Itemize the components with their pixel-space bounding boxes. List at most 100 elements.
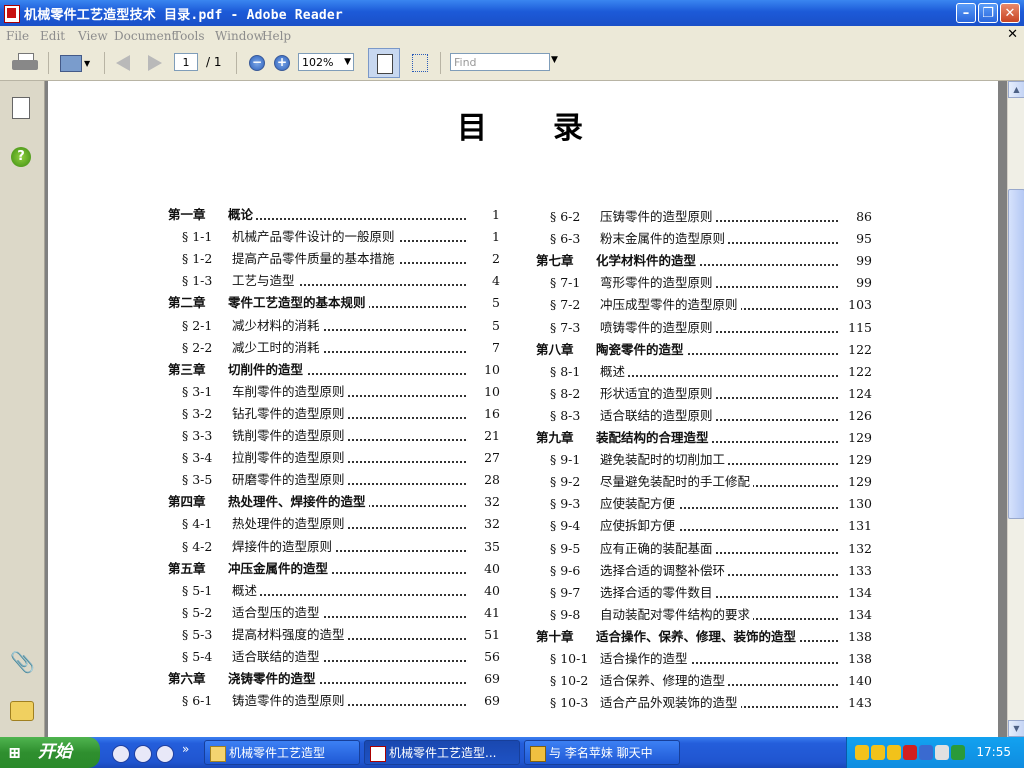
toc-chapter-row[interactable]: 第六章 浇铸零件的造型 69: [168, 669, 500, 690]
find-input[interactable]: Find: [450, 53, 550, 71]
zoom-out-icon[interactable]: −: [249, 55, 265, 71]
toc-section-row[interactable]: § 9-4 应使拆卸方便 131: [536, 516, 872, 537]
vertical-scrollbar[interactable]: ▲ ▼: [1007, 81, 1024, 737]
toc-section-row[interactable]: § 8-1 概述 122: [536, 361, 872, 382]
scroll-thumb[interactable]: [1008, 189, 1024, 519]
help-icon[interactable]: ?: [11, 147, 31, 167]
comments-icon[interactable]: [10, 701, 34, 721]
toc-chapter-row[interactable]: 第一章 概论 1: [168, 205, 500, 225]
toc-section-row[interactable]: § 6-3 粉末金属件的造型原则 95: [536, 229, 872, 250]
menu-view[interactable]: View: [78, 29, 108, 43]
toc-section-row[interactable]: § 2-1 减少材料的消耗 5: [168, 315, 500, 336]
toc-section-row[interactable]: § 6-2 压铸零件的造型原则 86: [536, 207, 872, 227]
toc-section-row[interactable]: § 9-1 避免装配时的切削加工 129: [536, 450, 872, 471]
menu-help[interactable]: Help: [262, 29, 291, 43]
toc-section-row[interactable]: § 10-2 适合保养、修理的造型 140: [536, 671, 872, 692]
find-dropdown-icon[interactable]: ▼: [551, 55, 558, 65]
antivirus-icon[interactable]: [903, 745, 917, 760]
toc-section-row[interactable]: § 5-2 适合型压的造型 41: [168, 602, 500, 623]
toc-section-row[interactable]: § 3-2 钻孔零件的造型原则 16: [168, 403, 500, 424]
start-button[interactable]: ⊞ 开始: [0, 737, 100, 768]
toc-page-number: 95: [856, 231, 872, 247]
quicklaunch-media-icon[interactable]: [156, 745, 174, 763]
toc-section-row[interactable]: § 7-3 喷铸零件的造型原则 115: [536, 317, 872, 338]
toc-section-row[interactable]: § 9-2 尽量避免装配时的手工修配 129: [536, 472, 872, 493]
network-icon[interactable]: [919, 745, 933, 760]
tray-app-icon[interactable]: [951, 745, 965, 760]
toc-section-row[interactable]: § 1-1 机械产品零件设计的一般原则 1: [168, 227, 500, 248]
toc-section-row[interactable]: § 8-3 适合联结的造型原则 126: [536, 405, 872, 426]
toc-section-row[interactable]: § 5-1 概述 40: [168, 580, 500, 601]
toc-section-row[interactable]: § 9-5 应有正确的装配基面 132: [536, 538, 872, 559]
menu-tools[interactable]: Tools: [173, 29, 205, 43]
taskbar-button-folder[interactable]: 机械零件工艺造型: [204, 740, 360, 765]
toc-section-row[interactable]: § 2-2 减少工时的消耗 7: [168, 337, 500, 358]
close-button[interactable]: ✕: [1000, 3, 1020, 23]
quicklaunch-browser-icon[interactable]: [112, 745, 130, 763]
page-number-input[interactable]: 1: [174, 53, 198, 71]
toc-section-row[interactable]: § 1-3 工艺与造型 4: [168, 271, 500, 292]
toc-section-row[interactable]: § 9-8 自动装配对零件结构的要求 134: [536, 604, 872, 625]
toc-section-row[interactable]: § 4-2 焊接件的造型原则 35: [168, 536, 500, 557]
quicklaunch-more-icon[interactable]: »: [182, 742, 198, 758]
toc-page-number: 16: [484, 405, 500, 421]
toc-section-row[interactable]: § 9-7 选择合适的零件数目 134: [536, 582, 872, 603]
toc-entry-title: 喷铸零件的造型原则: [600, 319, 713, 335]
toc-section-row[interactable]: § 7-1 弯形零件的造型原则 99: [536, 273, 872, 294]
toc-section-row[interactable]: § 7-2 冲压成型零件的造型原则 103: [536, 295, 872, 316]
volume-icon[interactable]: [935, 745, 949, 760]
close-document-icon[interactable]: ✕: [1007, 27, 1018, 42]
fit-width-icon[interactable]: [410, 53, 430, 73]
toc-section-row[interactable]: § 3-4 拉削零件的造型原则 27: [168, 448, 500, 469]
zoom-select[interactable]: 102% ▼: [298, 53, 354, 71]
toc-chapter-row[interactable]: 第七章 化学材料件的造型 99: [536, 251, 872, 272]
toc-entry-title: 选择合适的零件数目: [600, 584, 713, 600]
toc-chapter-row[interactable]: 第二章 零件工艺造型的基本规则 5: [168, 293, 500, 314]
toc-chapter-row[interactable]: 第五章 冲压金属件的造型 40: [168, 558, 500, 579]
toc-section-row[interactable]: § 3-1 车削零件的造型原则 10: [168, 381, 500, 402]
toc-section-row[interactable]: § 9-3 应使装配方便 130: [536, 494, 872, 515]
toc-section-row[interactable]: § 10-1 适合操作的造型 138: [536, 649, 872, 669]
toc-entry-label: § 8-1 概述: [550, 361, 629, 382]
quicklaunch-desktop-icon[interactable]: [134, 745, 152, 763]
toc-section-row[interactable]: § 4-1 热处理件的造型原则 32: [168, 514, 500, 535]
toc-page-number: 5: [492, 317, 500, 333]
toc-section-row[interactable]: § 5-4 适合联结的造型 56: [168, 647, 500, 667]
toc-chapter-row[interactable]: 第八章 陶瓷零件的造型 122: [536, 339, 872, 360]
restore-button[interactable]: ❐: [978, 3, 998, 23]
next-page-icon[interactable]: [148, 55, 162, 71]
menu-file[interactable]: File: [6, 29, 29, 43]
qq-icon[interactable]: [887, 745, 901, 760]
previous-page-icon[interactable]: [116, 55, 130, 71]
fit-page-button[interactable]: [368, 48, 400, 78]
scroll-up-icon[interactable]: ▲: [1008, 81, 1024, 98]
scroll-down-icon[interactable]: ▼: [1008, 720, 1024, 737]
toc-chapter-row[interactable]: 第四章 热处理件、焊接件的造型 32: [168, 492, 500, 513]
toc-page-number: 115: [848, 319, 872, 335]
print-icon[interactable]: [12, 53, 38, 73]
toc-section-row[interactable]: § 3-3 铣削零件的造型原则 21: [168, 426, 500, 446]
taskbar-button-reader[interactable]: 机械零件工艺造型...: [364, 740, 520, 765]
menu-window[interactable]: Window: [215, 29, 264, 43]
toc-section-row[interactable]: § 9-6 选择合适的调整补偿环 133: [536, 560, 872, 581]
toc-section-row[interactable]: § 3-5 研磨零件的造型原则 28: [168, 470, 500, 491]
toc-section-row[interactable]: § 1-2 提高产品零件质量的基本措施 2: [168, 249, 500, 270]
minimize-button[interactable]: –: [956, 3, 976, 23]
toc-section-row[interactable]: § 10-3 适合产品外观装饰的造型 143: [536, 693, 872, 714]
taskbar-button-chat[interactable]: 与 李名苹妹 聊天中: [524, 740, 680, 765]
organizer-icon[interactable]: ▼: [60, 53, 90, 73]
toc-chapter-row[interactable]: 第九章 装配结构的合理造型 129: [536, 428, 872, 448]
attachments-icon[interactable]: 📎: [10, 651, 35, 673]
zoom-in-icon[interactable]: +: [274, 55, 290, 71]
qq-icon[interactable]: [855, 745, 869, 760]
pages-icon[interactable]: [12, 97, 30, 119]
toc-section-row[interactable]: § 8-2 形状适宜的造型原则 124: [536, 383, 872, 404]
menu-document[interactable]: Document: [114, 29, 176, 43]
toc-section-row[interactable]: § 5-3 提高材料强度的造型 51: [168, 624, 500, 645]
qq-icon[interactable]: [871, 745, 885, 760]
toc-chapter-row[interactable]: 第十章 适合操作、保养、修理、装饰的造型 138: [536, 626, 872, 647]
toc-section-row[interactable]: § 6-1 铸造零件的造型原则 69: [168, 691, 500, 712]
menu-edit[interactable]: Edit: [40, 29, 65, 43]
toc-chapter-row[interactable]: 第三章 切削件的造型 10: [168, 359, 500, 380]
chevron-down-icon: ▼: [344, 57, 351, 67]
